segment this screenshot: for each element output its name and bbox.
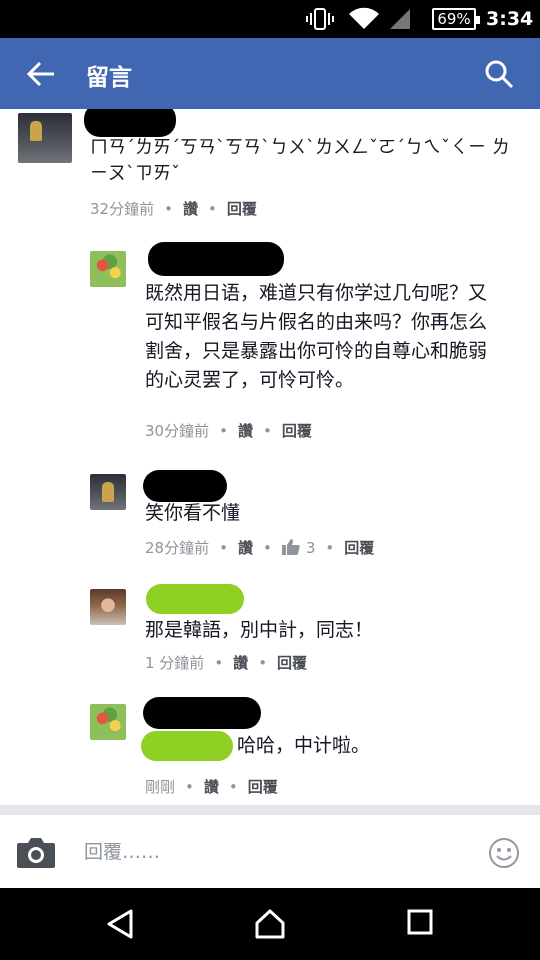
reply-comment: 既然用日语，难道只有你学过几句呢？又可知平假名与片假名的由来吗？你再怎么割舍，只…	[0, 239, 540, 449]
avatar[interactable]	[18, 113, 72, 163]
reply-composer	[0, 815, 540, 888]
comment-meta: 32分鐘前 • 讚 • 回覆	[90, 200, 257, 218]
like-count: 3	[305, 539, 316, 557]
comment-meta: 30分鐘前 • 讚 • 回覆	[145, 422, 312, 440]
redacted-name	[84, 109, 176, 137]
reply-button[interactable]: 回覆	[277, 654, 307, 672]
comment-text-body: 哈哈，中计啦。	[237, 734, 371, 757]
page-title: 留言	[86, 65, 132, 91]
like-button[interactable]: 讚	[238, 539, 253, 557]
avatar[interactable]	[90, 251, 126, 287]
comment-time: 28分鐘前	[145, 539, 210, 557]
comment-time: 30分鐘前	[145, 422, 210, 440]
reply-button[interactable]: 回覆	[344, 539, 374, 557]
emoji-icon[interactable]	[488, 837, 520, 873]
comment-text: 既然用日语，难道只有你学过几句呢？又可知平假名与片假名的由来吗？你再怎么割舍，只…	[145, 282, 488, 391]
wifi-icon	[348, 7, 380, 35]
search-icon[interactable]	[484, 59, 514, 93]
status-bar: 69% 3:34	[0, 0, 540, 38]
reply-comment: 那是韓語，別中計，同志！ 1 分鐘前 • 讚 • 回覆	[0, 579, 540, 679]
like-button[interactable]: 讚	[204, 778, 219, 796]
reply-input[interactable]	[84, 835, 464, 869]
comment-text: 笑你看不懂	[145, 502, 241, 524]
redacted-name	[143, 697, 261, 729]
comment-text: 哈哈，中计啦。	[141, 731, 491, 761]
clock: 3:34	[486, 8, 534, 30]
comment: ㄇㄢˊㄌㄞˊㄎㄢˋㄎㄢˋㄅㄨˋㄌㄨㄥˇㄛˊㄅㄟˇㄑㄧ ㄌㄧㄡˋㄗㄞˇ 32分鐘前…	[0, 109, 540, 229]
system-nav-bar	[0, 888, 540, 960]
reply-button[interactable]: 回覆	[227, 200, 257, 218]
redacted-name	[146, 584, 244, 614]
camera-icon[interactable]	[16, 835, 56, 873]
battery-icon: 69%	[432, 8, 480, 30]
comment-time: 剛剛	[145, 778, 176, 796]
comment-time: 32分鐘前	[90, 200, 155, 218]
comment-meta: 1 分鐘前 • 讚 • 回覆	[145, 654, 308, 672]
cell-signal-icon	[388, 8, 412, 34]
reply-button[interactable]: 回覆	[282, 422, 312, 440]
recents-icon[interactable]	[406, 908, 434, 940]
back-arrow-icon[interactable]	[26, 60, 56, 92]
avatar[interactable]	[90, 589, 126, 625]
comment-meta: 剛剛 • 讚 • 回覆	[145, 778, 278, 796]
home-icon[interactable]	[254, 908, 286, 944]
comment-text: ㄇㄢˊㄌㄞˊㄎㄢˋㄎㄢˋㄅㄨˋㄌㄨㄥˇㄛˊㄅㄟˇㄑㄧ ㄌㄧㄡˋㄗㄞˇ	[90, 137, 510, 184]
reply-comment: 笑你看不懂 28分鐘前 • 讚 • 3 • 回覆	[0, 464, 540, 564]
comment-meta: 28分鐘前 • 讚 • 3 • 回覆	[145, 539, 375, 559]
avatar[interactable]	[90, 704, 126, 740]
back-triangle-icon[interactable]	[106, 908, 134, 944]
vibrate-icon	[306, 8, 334, 34]
redacted-name	[143, 470, 227, 502]
reply-button[interactable]: 回覆	[248, 778, 278, 796]
redacted-mention	[141, 731, 233, 761]
comment-time: 1 分鐘前	[145, 654, 205, 672]
like-button[interactable]: 讚	[238, 422, 253, 440]
redacted-name	[148, 242, 284, 276]
like-button[interactable]: 讚	[183, 200, 198, 218]
reply-comment: 哈哈，中计啦。 剛剛 • 讚 • 回覆	[0, 694, 540, 799]
divider	[0, 805, 540, 815]
avatar[interactable]	[90, 474, 126, 510]
app-bar: 留言	[0, 38, 540, 109]
thumbs-up-icon	[281, 539, 300, 559]
comment-text: 那是韓語，別中計，同志！	[145, 619, 374, 641]
like-button[interactable]: 讚	[233, 654, 248, 672]
comment-list[interactable]: ㄇㄢˊㄌㄞˊㄎㄢˋㄎㄢˋㄅㄨˋㄌㄨㄥˇㄛˊㄅㄟˇㄑㄧ ㄌㄧㄡˋㄗㄞˇ 32分鐘前…	[0, 109, 540, 805]
